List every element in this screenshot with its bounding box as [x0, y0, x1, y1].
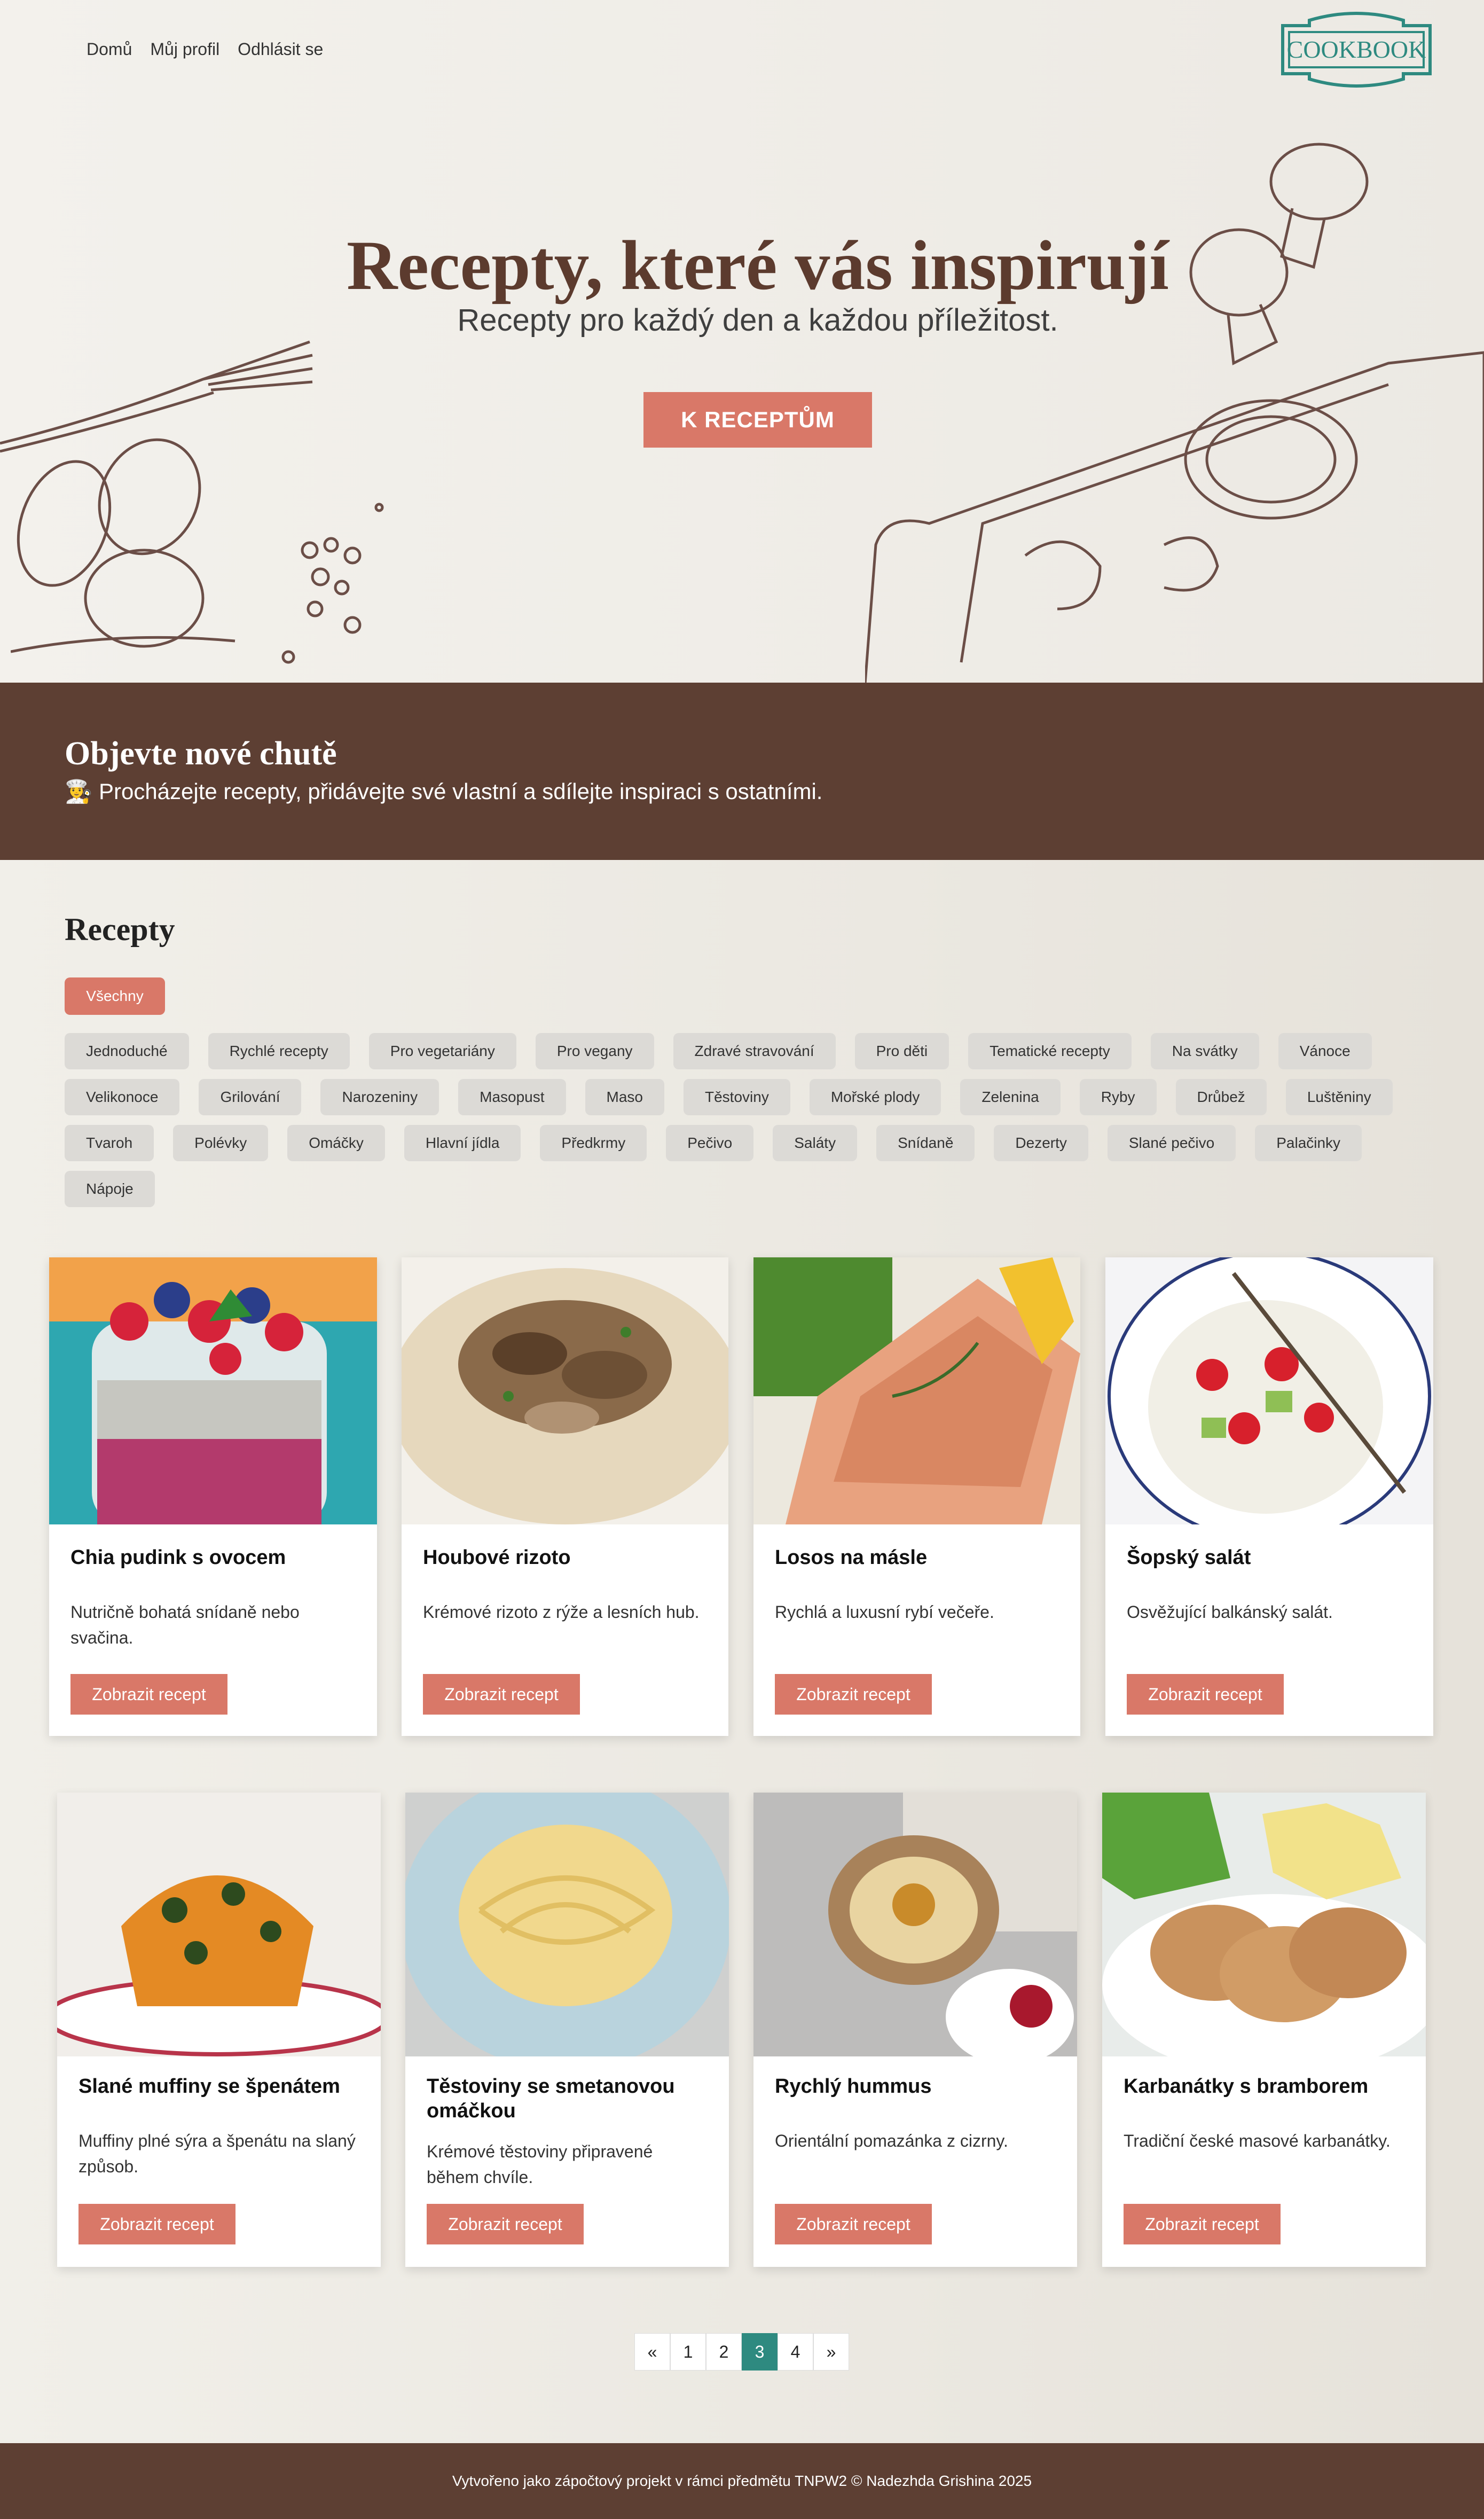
recipe-image-chia[interactable]	[49, 1257, 377, 1524]
filter-chip[interactable]: Pro vegetariány	[368, 1033, 516, 1069]
recipe-description: Osvěžující balkánský salát.	[1127, 1602, 1333, 1622]
recipe-title[interactable]: Rychlý hummus	[775, 2075, 932, 2099]
filter-chip[interactable]: Luštěniny	[1285, 1079, 1393, 1115]
recipe-description: Krémové těstoviny připravené během chvíl…	[427, 2142, 653, 2187]
cheese-board-sketch-icon	[865, 143, 1484, 683]
pagination: « 1 2 3 4 »	[634, 2333, 849, 2371]
show-recipe-button[interactable]: Zobrazit recept	[427, 2204, 584, 2244]
recipe-description: Rychlá a luxusní rybí večeře.	[775, 1602, 994, 1622]
footer: Vytvořeno jako zápočtový projekt v rámci…	[0, 2443, 1484, 2519]
pagination-page-1[interactable]: 1	[670, 2333, 706, 2371]
recipe-title[interactable]: Losos na másle	[775, 1546, 927, 1570]
recipe-description: Muffiny plné sýra a špenátu na slaný způ…	[78, 2131, 356, 2176]
filter-chip[interactable]: Pro děti	[854, 1033, 949, 1069]
recipes-title: Recepty	[65, 912, 175, 947]
pagination-next[interactable]: »	[813, 2333, 849, 2371]
recipe-image-muffin[interactable]	[57, 1793, 381, 2056]
hero-section: Domů Můj profil Odhlásit se COOKBOOK Rec…	[0, 0, 1484, 683]
show-recipe-button[interactable]: Zobrazit recept	[1124, 2204, 1281, 2244]
filter-chip[interactable]: Na svátky	[1150, 1033, 1259, 1069]
peas-sketch-icon	[281, 503, 384, 664]
filter-chip[interactable]: Pro vegany	[535, 1033, 654, 1069]
category-filters: Jednoduché Rychlé recepty Pro vegetariány P…	[65, 1033, 1421, 1207]
recipe-image-salmon[interactable]	[753, 1257, 1080, 1524]
recipe-card: Šopský salát Osvěžující balkánský salát.…	[1105, 1257, 1433, 1736]
filter-chip[interactable]: Zdravé stravování	[673, 1033, 836, 1069]
filter-chip[interactable]: Polévky	[173, 1125, 269, 1161]
filter-chip[interactable]: Masopust	[458, 1079, 566, 1115]
recipe-title[interactable]: Slané muffiny se špenátem	[78, 2075, 340, 2099]
show-recipe-button[interactable]: Zobrazit recept	[1127, 1674, 1284, 1715]
filter-chip[interactable]: Grilování	[199, 1079, 302, 1115]
filter-chip[interactable]: Dezerty	[994, 1125, 1088, 1161]
recipe-description: Nutričně bohatá snídaně nebo svačina.	[70, 1602, 300, 1647]
recipe-card: Těstoviny se smetanovou omáčkou Krémové …	[405, 1793, 729, 2267]
recipe-image-hummus[interactable]	[753, 1793, 1077, 2056]
show-recipe-button[interactable]: Zobrazit recept	[423, 1674, 580, 1715]
intro-text: 👩‍🍳 Procházejte recepty, přidávejte své …	[65, 779, 823, 804]
show-recipe-button[interactable]: Zobrazit recept	[775, 1674, 932, 1715]
recipe-image-salad[interactable]	[1105, 1257, 1433, 1524]
recipe-image-risotto[interactable]	[402, 1257, 728, 1524]
recipe-card: Houbové rizoto Krémové rizoto z rýže a l…	[402, 1257, 728, 1736]
show-recipe-button[interactable]: Zobrazit recept	[70, 1674, 227, 1715]
recipe-image-pasta[interactable]	[405, 1793, 729, 2056]
filter-chip[interactable]: Rychlé recepty	[208, 1033, 350, 1069]
filter-chip[interactable]: Vánoce	[1278, 1033, 1372, 1069]
filter-chip[interactable]: Saláty	[773, 1125, 858, 1161]
filter-chip[interactable]: Mořské plody	[809, 1079, 941, 1115]
filter-chip[interactable]: Slané pečivo	[1107, 1125, 1236, 1161]
recipe-card: Chia pudink s ovocem Nutričně bohatá sní…	[49, 1257, 377, 1736]
recipe-description: Tradiční české masové karbanátky.	[1124, 2131, 1391, 2150]
filter-all-button[interactable]: Všechny	[65, 977, 165, 1015]
recipe-description: Orientální pomazánka z cizrny.	[775, 2131, 1008, 2150]
nav-logout-link[interactable]: Odhlásit se	[238, 40, 323, 59]
filter-chip[interactable]: Maso	[585, 1079, 664, 1115]
cookbook-logo[interactable]: COOKBOOK	[1277, 10, 1435, 90]
show-recipe-button[interactable]: Zobrazit recept	[775, 2204, 932, 2244]
filter-chip[interactable]: Jednoduché	[65, 1033, 189, 1069]
top-nav: Domů Můj profil Odhlásit se	[87, 40, 323, 59]
filter-chip[interactable]: Pečivo	[666, 1125, 754, 1161]
recipe-title[interactable]: Šopský salát	[1127, 1546, 1251, 1570]
filter-chip[interactable]: Omáčky	[287, 1125, 385, 1161]
show-recipe-button[interactable]: Zobrazit recept	[78, 2204, 235, 2244]
filter-chip[interactable]: Snídaně	[876, 1125, 975, 1161]
recipe-card: Slané muffiny se špenátem Muffiny plné s…	[57, 1793, 381, 2267]
recipe-image-patties[interactable]	[1102, 1793, 1426, 2056]
filter-chip[interactable]: Ryby	[1079, 1079, 1157, 1115]
filter-chip[interactable]: Nápoje	[65, 1171, 155, 1207]
recipe-description: Krémové rizoto z rýže a lesních hub.	[423, 1602, 700, 1622]
recipe-title[interactable]: Těstoviny se smetanovou omáčkou	[427, 2075, 704, 2123]
filter-chip[interactable]: Tvaroh	[65, 1125, 154, 1161]
filter-chip[interactable]: Drůbež	[1175, 1079, 1267, 1115]
filter-chip[interactable]: Narozeniny	[320, 1079, 439, 1115]
hero-title: Recepty, které vás inspirují	[347, 226, 1169, 304]
recipe-title[interactable]: Houbové rizoto	[423, 1546, 571, 1570]
to-recipes-button[interactable]: K RECEPTŮM	[643, 392, 872, 448]
recipe-card: Losos na másle Rychlá a luxusní rybí več…	[753, 1257, 1080, 1736]
recipe-card: Rychlý hummus Orientální pomazánka z ciz…	[753, 1793, 1077, 2267]
nav-profile-link[interactable]: Můj profil	[150, 40, 219, 59]
filter-chip[interactable]: Předkrmy	[540, 1125, 647, 1161]
pagination-page-4[interactable]: 4	[778, 2333, 813, 2371]
hero-subtitle: Recepty pro každý den a každou příležito…	[457, 303, 1058, 338]
mushrooms-sketch-icon	[11, 438, 235, 653]
logo-text: COOKBOOK	[1287, 36, 1426, 63]
filter-chip[interactable]: Velikonoce	[65, 1079, 180, 1115]
recipe-card: Karbanátky s bramborem Tradiční české ma…	[1102, 1793, 1426, 2267]
pagination-page-2[interactable]: 2	[706, 2333, 742, 2371]
recipe-title[interactable]: Chia pudink s ovocem	[70, 1546, 286, 1570]
pagination-prev[interactable]: «	[634, 2333, 670, 2371]
filter-chip[interactable]: Palačinky	[1255, 1125, 1362, 1161]
intro-title: Objevte nové chutě	[65, 736, 337, 772]
filter-chip[interactable]: Zelenina	[960, 1079, 1061, 1115]
recipe-title[interactable]: Karbanátky s bramborem	[1124, 2075, 1368, 2099]
intro-band: Objevte nové chutě 👩‍🍳 Procházejte recep…	[0, 683, 1484, 860]
filter-chip[interactable]: Těstoviny	[684, 1079, 790, 1115]
filter-chip[interactable]: Hlavní jídla	[404, 1125, 521, 1161]
filter-chip[interactable]: Tematické recepty	[968, 1033, 1132, 1069]
pagination-page-3[interactable]: 3	[742, 2333, 778, 2371]
nav-home-link[interactable]: Domů	[87, 40, 132, 59]
